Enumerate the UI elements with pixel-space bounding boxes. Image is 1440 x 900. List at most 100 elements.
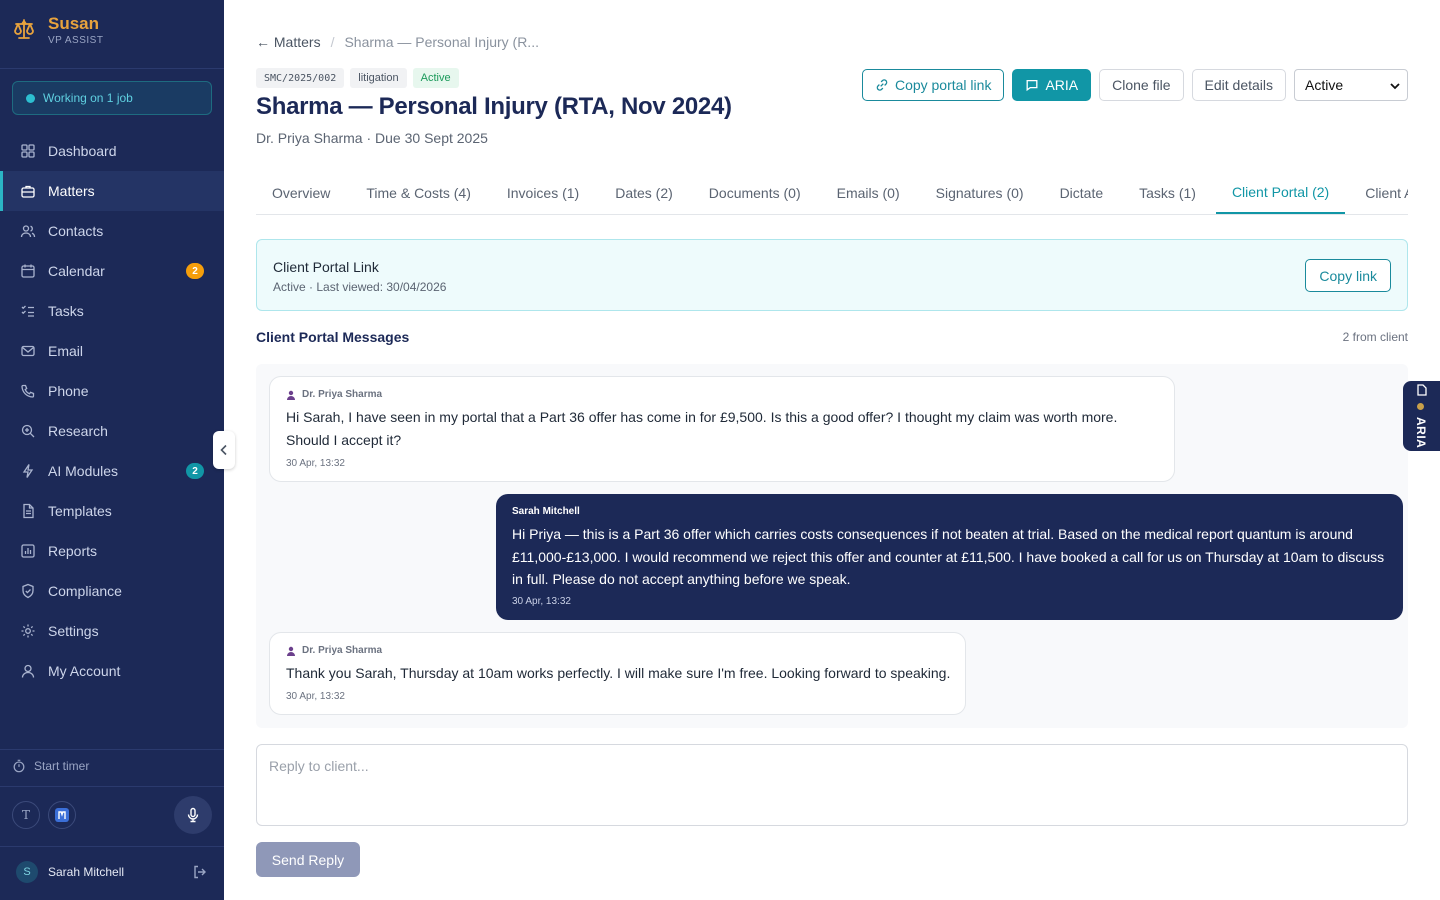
chart-icon [21, 544, 35, 558]
sidebar-item-research[interactable]: Research [0, 411, 224, 451]
stopwatch-icon [13, 759, 25, 773]
sidebar-item-matters[interactable]: Matters [0, 171, 224, 211]
sidebar-item-label: Contacts [48, 223, 104, 239]
matter-actions: Copy portal link ARIA Clone file Edit de… [854, 69, 1408, 101]
scales-icon [12, 17, 36, 46]
tabs-list: Overview Time & Costs (4) Invoices (1) D… [256, 172, 1408, 214]
sidebar-item-tasks[interactable]: Tasks [0, 291, 224, 331]
sidebar-item-email[interactable]: Email [0, 331, 224, 371]
shield-icon [22, 583, 34, 599]
tab-tasks[interactable]: Tasks (1) [1123, 172, 1212, 214]
sidebar-item-label: Phone [48, 383, 89, 399]
sidebar-item-settings[interactable]: Settings [0, 611, 224, 651]
tab-label: Invoices (1) [506, 185, 580, 201]
sidebar-item-my-account[interactable]: My Account [0, 651, 224, 691]
breadcrumb-back-link[interactable]: ← Matters [256, 34, 321, 50]
aria-side-panel-toggle[interactable]: ARIA [1403, 381, 1440, 451]
tab-label: Dates (2) [615, 185, 673, 201]
copy-portal-link-button[interactable]: Copy portal link [861, 69, 1005, 101]
gear-icon [21, 624, 35, 638]
user-profile[interactable]: S Sarah Mitchell [16, 860, 208, 884]
lightning-icon [22, 464, 34, 478]
edit-details-button[interactable]: Edit details [1191, 69, 1286, 101]
brand[interactable]: Susan VP ASSIST [12, 14, 103, 48]
main-content: ← Matters / Sharma — Personal Injury (R.… [224, 0, 1440, 900]
tab-label: Client Portal (2) [1231, 184, 1330, 200]
copy-link-button[interactable]: Copy link [1305, 259, 1391, 292]
text-tool-button[interactable]: T [12, 801, 40, 829]
tab-signatures[interactable]: Signatures (0) [920, 172, 1040, 214]
tab-time-costs[interactable]: Time & Costs (4) [350, 172, 487, 214]
status-dot-icon [26, 93, 35, 103]
sidebar-item-label: Matters [48, 183, 95, 199]
breadcrumb: ← Matters / Sharma — Personal Injury (R.… [256, 34, 539, 50]
copy-portal-link-label: Copy portal link [894, 77, 992, 93]
logout-icon[interactable] [192, 864, 208, 880]
sidebar-item-compliance[interactable]: Compliance [0, 571, 224, 611]
brand-name: Susan [48, 14, 100, 33]
sidebar-divider [0, 786, 224, 787]
start-timer-button[interactable]: Start timer [12, 759, 89, 773]
sidebar-item-label: Settings [48, 623, 99, 639]
sidebar-item-label: Compliance [48, 583, 122, 599]
message-timestamp: 30 Apr, 13:32 [286, 691, 345, 702]
sidebar-item-phone[interactable]: Phone [0, 371, 224, 411]
clone-file-button[interactable]: Clone file [1099, 69, 1184, 101]
job-status-pill[interactable]: Working on 1 job [12, 81, 212, 115]
messages-section-title: Client Portal Messages [256, 329, 410, 345]
status-badge: Active [412, 68, 459, 88]
breadcrumb-separator: / [330, 34, 335, 50]
message-body: Hi Priya — this is a Part 36 offer which… [512, 526, 1385, 587]
sidebar-item-contacts[interactable]: Contacts [0, 211, 224, 251]
start-timer-label: Start timer [34, 759, 90, 773]
sidebar-item-reports[interactable]: Reports [0, 531, 224, 571]
zoom-icon [21, 424, 35, 438]
collapse-sidebar-button[interactable] [213, 431, 235, 469]
tab-label: Signatures (0) [935, 185, 1024, 201]
aria-button[interactable]: ARIA [1012, 69, 1092, 101]
sidebar-item-calendar[interactable]: Calendar 2 [0, 251, 224, 291]
status-select[interactable]: Active [1294, 69, 1408, 101]
app-launcher-button[interactable] [48, 801, 76, 829]
sidebar-item-label: Email [48, 343, 84, 359]
link-icon [876, 79, 888, 91]
tab-emails[interactable]: Emails (0) [821, 172, 916, 214]
tab-client-portal[interactable]: Client Portal (2) [1215, 172, 1346, 214]
sidebar-item-label: Templates [48, 503, 112, 519]
sidebar-item-label: AI Modules [48, 463, 119, 479]
grid-icon [21, 144, 35, 158]
brand-subtitle: VP ASSIST [48, 35, 104, 46]
sidebar-item-ai-modules[interactable]: AI Modules 2 [0, 451, 224, 491]
tab-documents[interactable]: Documents (0) [693, 172, 817, 214]
sidebar-item-templates[interactable]: Templates [0, 491, 224, 531]
tab-dates[interactable]: Dates (2) [599, 172, 689, 214]
tab-dictate[interactable]: Dictate [1044, 172, 1120, 214]
text-tool-label: T [21, 808, 30, 822]
microphone-button[interactable] [174, 796, 212, 834]
sidebar-divider [0, 749, 224, 750]
sender-name: Sarah Mitchell [512, 506, 580, 517]
sidebar-divider [0, 846, 224, 847]
tab-label: Emails (0) [836, 185, 900, 201]
client-name: Dr. Priya Sharma [256, 130, 363, 146]
tab-invoices[interactable]: Invoices (1) [491, 172, 595, 214]
tab-label: Documents (0) [708, 185, 801, 201]
sidebar-divider [0, 68, 224, 69]
reply-input[interactable]: Reply to client... [256, 744, 1408, 826]
person-icon [287, 390, 295, 400]
users-icon [20, 225, 36, 238]
tab-overview[interactable]: Overview [256, 172, 346, 214]
message-thread: Dr. Priya Sharma Hi Sarah, I have seen i… [256, 364, 1408, 728]
phone-icon [21, 384, 35, 398]
sidebar-item-dashboard[interactable]: Dashboard [0, 131, 224, 171]
client-portal-link-card: Client Portal Link Active · Last viewed:… [256, 239, 1408, 311]
tab-label: Overview [272, 185, 331, 201]
sender-name: Dr. Priya Sharma [302, 645, 383, 656]
message-bubble: Dr. Priya Sharma Hi Sarah, I have seen i… [269, 376, 1175, 482]
status-select-value: Active [1305, 77, 1344, 93]
tab-client-access[interactable]: Client Access [1349, 172, 1408, 214]
mail-icon [21, 345, 35, 357]
send-reply-button[interactable]: Send Reply [256, 842, 360, 877]
due-date: · Due 30 Sept 2025 [366, 130, 488, 146]
sidebar-item-label: Calendar [48, 263, 105, 279]
